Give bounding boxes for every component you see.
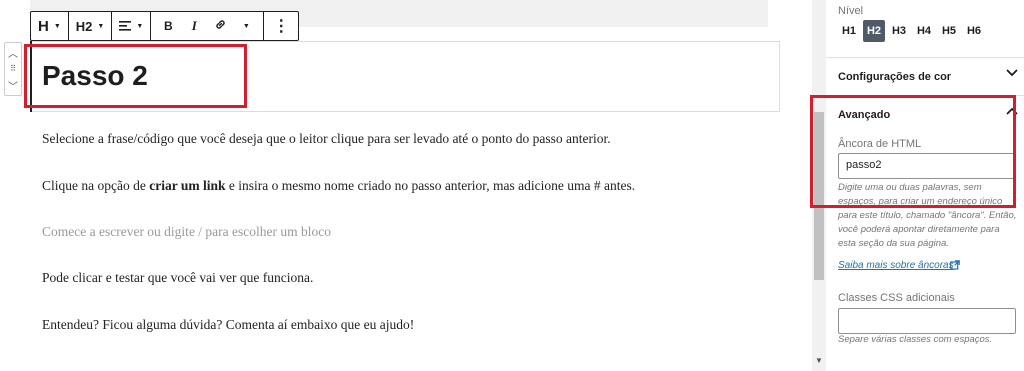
scroll-down-arrow-icon[interactable]: ▼ [815, 356, 823, 365]
heading-level-label: H2 [75, 18, 93, 34]
chevron-up-icon[interactable] [1006, 106, 1018, 118]
link-button[interactable] [207, 12, 233, 40]
more-options-button[interactable]: ⋮ [268, 12, 294, 40]
learn-more-anchors-link[interactable]: Saiba mais sobre âncoras [838, 260, 954, 271]
move-up-icon[interactable]: ︿ [8, 45, 18, 60]
chevron-down-icon: ▼ [136, 22, 144, 30]
chevron-down-icon: ▼ [97, 22, 105, 30]
move-down-icon[interactable]: ﹀ [8, 78, 18, 93]
css-classes-input[interactable] [838, 308, 1016, 334]
chevron-down-icon: ▼ [53, 22, 61, 30]
paragraph-2-bold: criar um link [149, 178, 226, 193]
advanced-panel-toggle[interactable]: Avançado [838, 109, 890, 121]
level-h4-button[interactable]: H4 [913, 20, 935, 42]
paragraph-2-text: Clique na opção de [42, 178, 150, 193]
color-settings-panel-toggle[interactable]: Configurações de cor [838, 71, 951, 83]
paragraph-4[interactable]: Entendeu? Ficou alguma dúvida? Comenta a… [42, 317, 414, 333]
heading-icon: H [38, 17, 49, 35]
heading-block[interactable]: Passo 2 [42, 60, 148, 92]
align-dropdown[interactable]: ▼ [116, 12, 146, 40]
level-h1-button[interactable]: H1 [838, 20, 860, 42]
heading-level-selector: H1 H2 H3 H4 H5 H6 [838, 20, 985, 42]
editor-canvas: H ▼ H2 ▼ ▼ B I ▼ ⋮ ︿ ⠿ ﹀ Passo 2 Selecio… [0, 0, 812, 371]
drag-handle-icon[interactable]: ⠿ [10, 64, 16, 73]
bold-button[interactable]: B [155, 12, 181, 40]
heading-block-button[interactable]: H ▼ [35, 12, 64, 40]
panel-divider [826, 95, 1024, 96]
css-classes-label: Classes CSS adicionais [838, 292, 955, 304]
block-toolbar: H ▼ H2 ▼ ▼ B I ▼ ⋮ [30, 11, 300, 41]
level-h3-button[interactable]: H3 [888, 20, 910, 42]
settings-sidebar: ▼ Nível H1 H2 H3 H4 H5 H6 Configurações … [810, 0, 1024, 371]
align-group: ▼ [112, 12, 152, 40]
paragraph-3[interactable]: Pode clicar e testar que você vai ver qu… [42, 270, 313, 286]
level-label: Nível [838, 5, 864, 17]
paragraph-2-text-end: e insira o mesmo nome criado no passo an… [225, 178, 636, 193]
options-group: ⋮ [264, 12, 298, 40]
block-mover: ︿ ⠿ ﹀ [4, 42, 22, 96]
html-anchor-label: Âncora de HTML [838, 138, 922, 150]
italic-button[interactable]: I [181, 12, 207, 40]
panel-divider [826, 57, 1024, 58]
chevron-down-icon: ▼ [242, 22, 250, 30]
level-h5-button[interactable]: H5 [938, 20, 960, 42]
heading-level-group: H2 ▼ [69, 12, 113, 40]
more-vertical-icon: ⋮ [273, 18, 290, 35]
chevron-down-icon[interactable] [1006, 68, 1018, 80]
level-h2-button[interactable]: H2 [863, 20, 885, 42]
paragraph-1[interactable]: Selecione a frase/código que você deseja… [42, 131, 611, 147]
heading-level-dropdown[interactable]: H2 ▼ [73, 12, 108, 40]
more-format-dropdown[interactable]: ▼ [233, 12, 259, 40]
paragraph-2[interactable]: Clique na opção de criar um link e insir… [42, 178, 635, 194]
link-icon [214, 18, 227, 34]
format-group: B I ▼ [151, 12, 265, 40]
external-link-icon[interactable] [950, 260, 960, 273]
sidebar-scrollbar[interactable]: ▼ [812, 0, 826, 371]
html-anchor-help: Digite uma ou duas palavras, sem espaços… [838, 182, 1017, 249]
html-anchor-input[interactable]: passo2 [838, 153, 1016, 179]
selected-block-indicator [30, 41, 32, 112]
align-left-icon [119, 19, 132, 34]
level-h6-button[interactable]: H6 [963, 20, 985, 42]
scrollbar-thumb[interactable] [814, 112, 824, 280]
css-classes-help: Separe várias classes com espaços. [838, 334, 993, 345]
block-appender-placeholder[interactable]: Comece a escrever ou digite / para escol… [42, 224, 331, 240]
block-type-group: H ▼ [31, 12, 69, 40]
